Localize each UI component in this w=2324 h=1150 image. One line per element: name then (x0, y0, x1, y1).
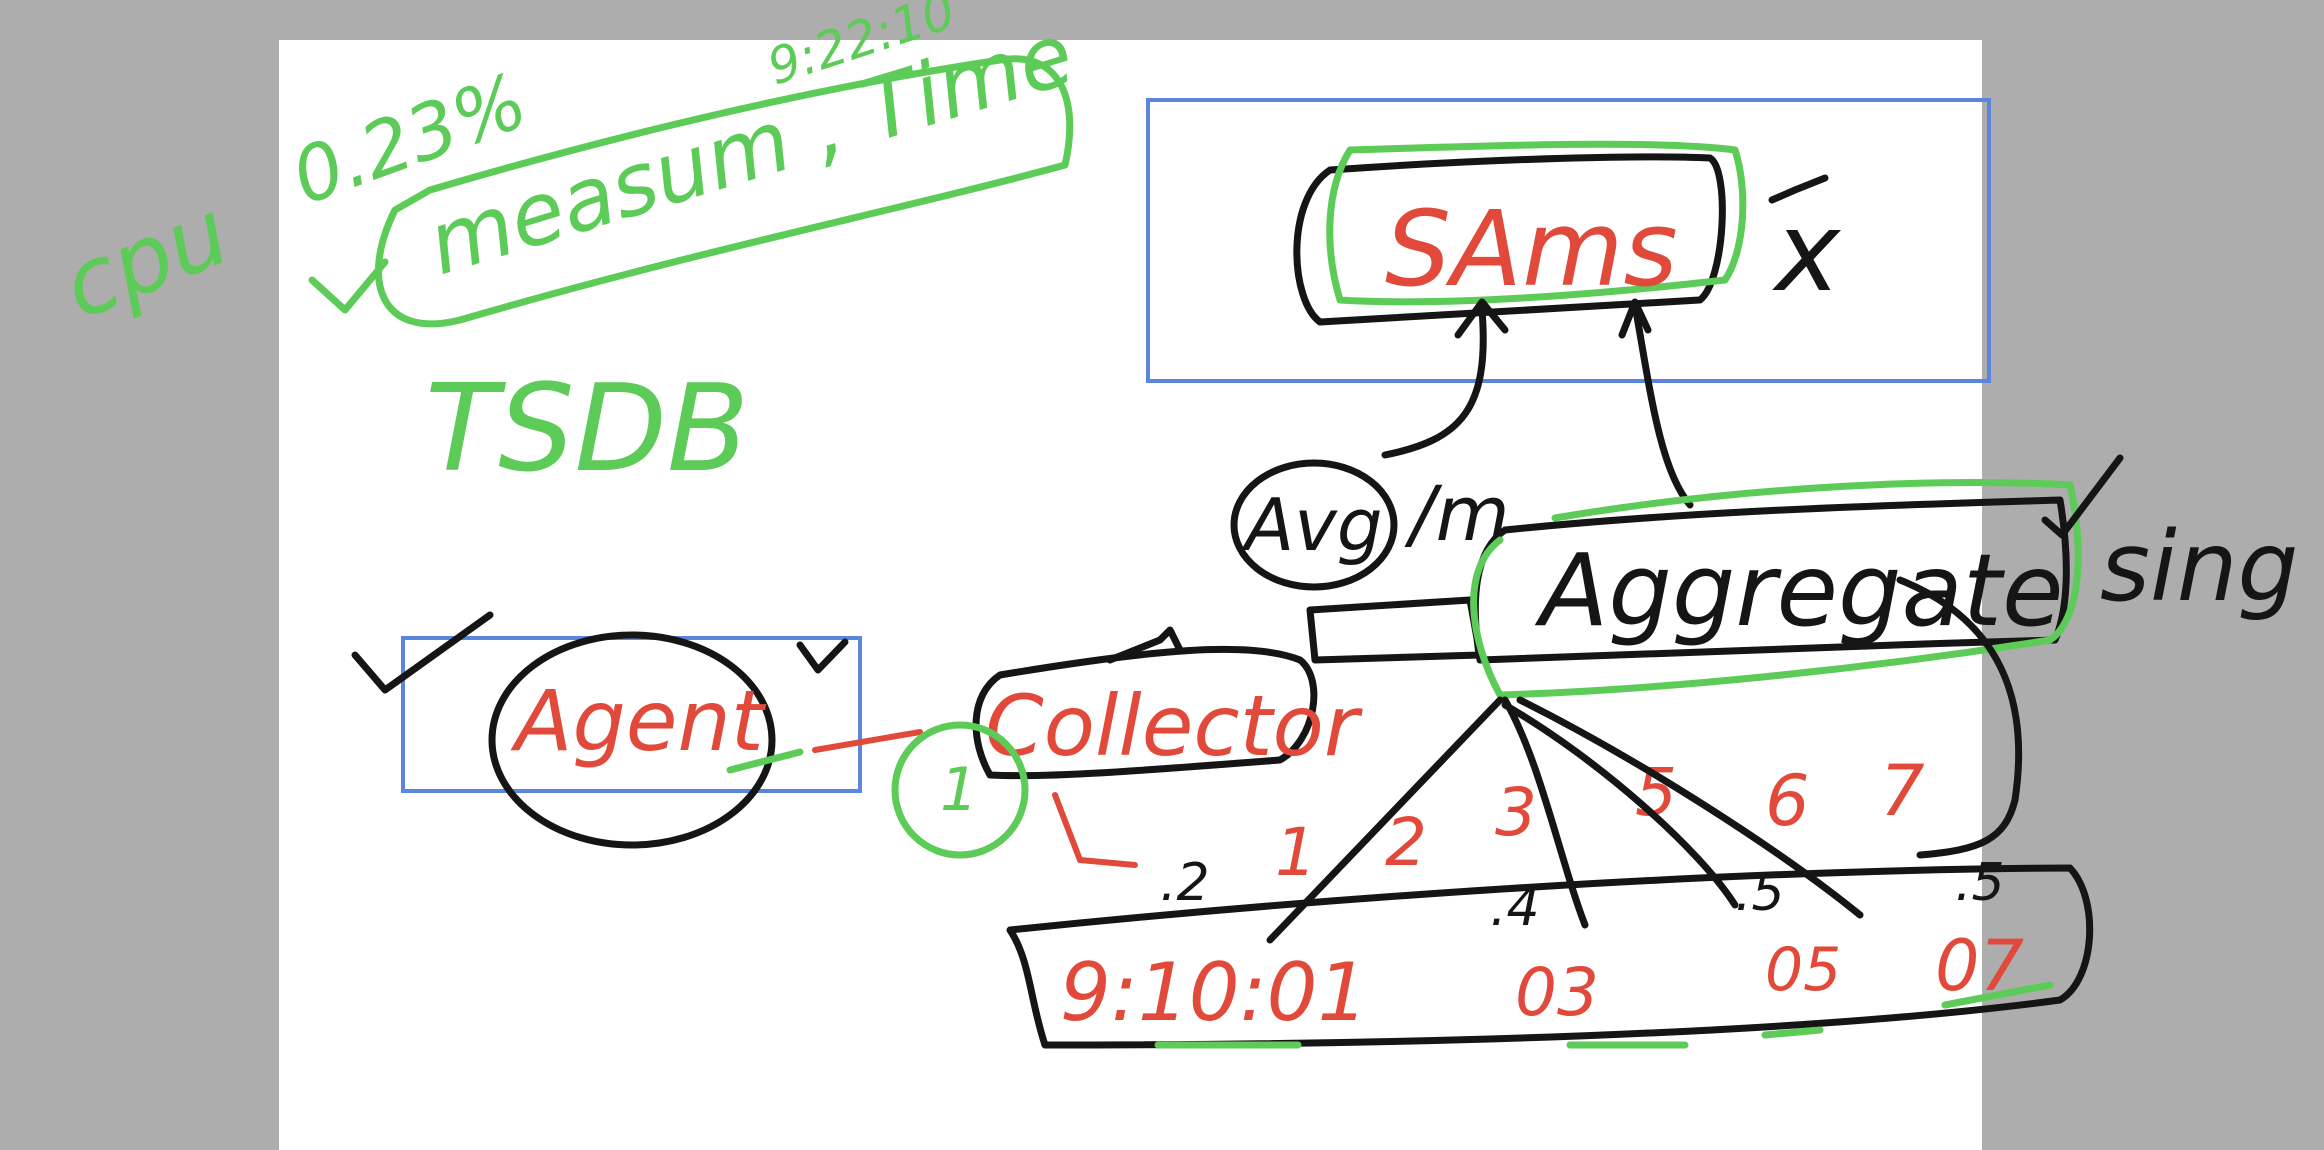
avg-label: Avg (1241, 483, 1383, 567)
bucket-number: 1 (1275, 814, 1317, 891)
bucket-number: 3 (1495, 774, 1537, 851)
cpu-note: cpu (48, 179, 243, 341)
bucket-value: .2 (1160, 853, 1210, 913)
timeline-underline (1761, 1026, 1824, 1039)
bucket-number: 7 (1880, 750, 1925, 832)
tsdb-note: TSDB (425, 360, 749, 499)
sams-label: SAms (1385, 188, 1678, 310)
bucket-value: .5 (1955, 853, 2005, 913)
collector-label: Collector (985, 677, 1363, 775)
whiteboard-canvas: cpu 0.23% 9:22:10 measum , Time TSDB SAm… (48, 0, 2298, 1150)
bucket-number: 6 (1765, 760, 1810, 842)
x-mark-label: x (1772, 188, 1842, 316)
agent-label: Agent (510, 672, 767, 770)
timeline-t2: 05 (1765, 935, 1841, 1005)
timeline-start: 9:10:01 (1060, 946, 1368, 1039)
timeline-t1: 03 (1515, 954, 1599, 1031)
sing-label: sing (2100, 511, 2298, 623)
one-label: 1 (940, 755, 978, 825)
aggregate-label: Aggregate (1534, 532, 2064, 649)
